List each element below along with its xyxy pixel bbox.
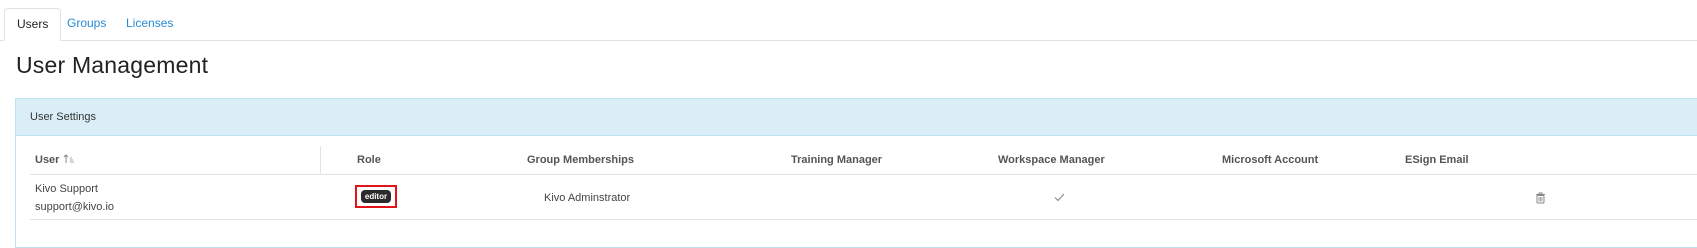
column-header-training-manager[interactable]: Training Manager (791, 154, 882, 166)
tab-bar: Users Groups Licenses (0, 0, 1697, 41)
tab-licenses[interactable]: Licenses (114, 8, 185, 40)
user-name: Kivo Support (35, 183, 98, 195)
column-header-workspace-manager[interactable]: Workspace Manager (998, 154, 1105, 166)
panel-header: User Settings (16, 99, 1697, 136)
column-header-microsoft-account[interactable]: Microsoft Account (1222, 154, 1318, 166)
tab-groups[interactable]: Groups (55, 8, 118, 40)
tab-users[interactable]: Users (4, 8, 62, 41)
sort-ascending-icon[interactable] (63, 154, 75, 164)
user-email: support@kivo.io (35, 201, 115, 213)
check-icon (1054, 193, 1065, 202)
row-divider (30, 219, 1697, 220)
role-badge-highlight[interactable]: editor (355, 185, 397, 208)
column-header-user-label: User (35, 154, 60, 166)
header-divider (30, 174, 1697, 175)
user-settings-panel: User Settings (15, 98, 1697, 248)
column-separator (320, 146, 321, 174)
column-header-role[interactable]: Role (357, 154, 381, 166)
trash-icon[interactable] (1535, 192, 1546, 204)
column-header-esign-email[interactable]: ESign Email (1405, 154, 1469, 166)
page-title: User Management (16, 52, 209, 78)
column-header-group-memberships[interactable]: Group Memberships (527, 154, 634, 166)
role-badge: editor (360, 190, 392, 203)
column-header-user[interactable]: User (35, 154, 75, 166)
group-membership: Kivo Adminstrator (544, 192, 631, 204)
